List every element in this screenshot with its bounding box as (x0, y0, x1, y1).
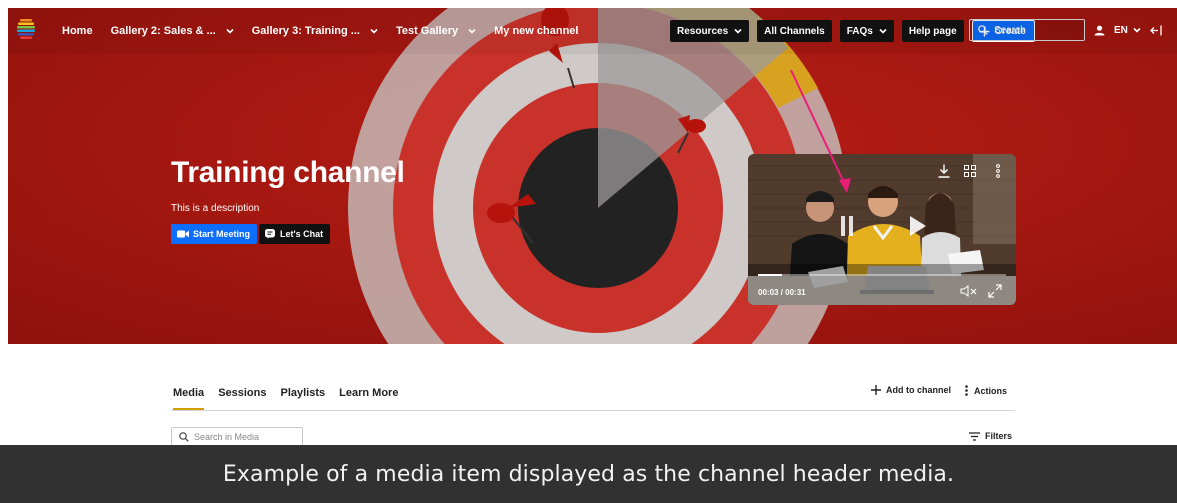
start-meeting-label: Start Meeting (193, 229, 251, 239)
global-search-input[interactable]: Search (969, 19, 1085, 41)
primary-nav: Home Gallery 2: Sales & ... Gallery 3: T… (62, 8, 578, 54)
more-options-icon[interactable] (996, 164, 1000, 178)
actions-button[interactable]: Actions (965, 385, 1007, 396)
nav-pill-label: Help page (908, 25, 957, 37)
search-icon (978, 25, 988, 35)
plus-icon (871, 385, 881, 395)
filter-icon (969, 431, 980, 441)
chevron-down-icon (879, 28, 887, 34)
lets-chat-button[interactable]: Let's Chat (259, 224, 331, 244)
nav-item-test-gallery[interactable]: Test Gallery (396, 25, 476, 37)
grid-icon[interactable] (964, 165, 976, 177)
nav-item-label: My new channel (494, 25, 579, 37)
video-progress-bar[interactable] (758, 274, 1006, 276)
nav-faqs[interactable]: FAQs (839, 20, 894, 42)
video-time: 00:03 / 00:31 (758, 288, 806, 297)
nav-item-label: Test Gallery (395, 25, 459, 37)
chevron-down-icon (1133, 27, 1141, 33)
nav-item-label: Home (62, 25, 93, 37)
fullscreen-icon[interactable] (988, 284, 1002, 298)
language-label: EN (1114, 24, 1128, 36)
media-search-placeholder: Search in Media (194, 432, 260, 442)
nav-pill-label: FAQs (846, 25, 873, 37)
logo-icon[interactable] (16, 18, 36, 42)
tab-learn-more[interactable]: Learn More (339, 384, 398, 410)
nav-item-gallery-3[interactable]: Gallery 3: Training ... (252, 25, 378, 37)
caption-bar: Example of a media item displayed as the… (0, 445, 1177, 503)
rewind-icon[interactable] (840, 214, 856, 238)
add-to-channel-button[interactable]: Add to channel (871, 385, 951, 395)
tab-playlists[interactable]: Playlists (281, 384, 326, 410)
chevron-down-icon (734, 28, 742, 34)
media-search-input[interactable]: Search in Media (171, 427, 303, 447)
chevron-down-icon (468, 28, 476, 34)
start-meeting-button[interactable]: Start Meeting (171, 224, 258, 244)
video-camera-icon (177, 230, 189, 238)
channel-title: Training channel (171, 156, 405, 189)
page-frame: Home Gallery 2: Sales & ... Gallery 3: T… (8, 8, 1177, 503)
play-icon[interactable] (908, 214, 928, 238)
nav-item-home[interactable]: Home (62, 25, 93, 37)
tabs-divider (171, 410, 1015, 411)
mute-icon[interactable] (960, 285, 978, 297)
video-progress-fill (758, 274, 783, 276)
nav-pill-label: Resources (677, 25, 729, 37)
chevron-down-icon (226, 28, 234, 34)
filters-button[interactable]: Filters (969, 431, 1012, 441)
nav-help-page[interactable]: Help page (901, 20, 964, 42)
logout-icon[interactable] (1149, 25, 1162, 36)
lets-chat-label: Let's Chat (280, 229, 324, 239)
nav-all-channels[interactable]: All Channels (757, 20, 832, 42)
chat-icon (265, 229, 275, 239)
tab-media[interactable]: Media (173, 384, 205, 410)
add-to-channel-label: Add to channel (886, 385, 951, 395)
channel-tabs: Media Sessions Playlists Learn More (173, 384, 398, 410)
channel-description: This is a description (171, 203, 260, 214)
more-vertical-icon (965, 385, 968, 396)
filters-label: Filters (985, 431, 1013, 441)
actions-label: Actions (974, 385, 1008, 396)
chevron-down-icon (370, 28, 378, 34)
nav-pill-label: All Channels (764, 25, 825, 37)
download-icon[interactable] (938, 164, 950, 178)
nav-item-label: Gallery 2: Sales & ... (110, 25, 216, 37)
language-selector[interactable]: EN (1114, 25, 1141, 36)
tab-sessions[interactable]: Sessions (218, 384, 266, 410)
search-icon (179, 432, 189, 442)
caption-text: Example of a media item displayed as the… (222, 461, 955, 487)
nav-resources[interactable]: Resources (670, 20, 750, 42)
nav-item-gallery-2[interactable]: Gallery 2: Sales & ... (111, 25, 234, 37)
nav-item-label: Gallery 3: Training ... (251, 25, 360, 37)
channel-header-hero: Home Gallery 2: Sales & ... Gallery 3: T… (8, 8, 1177, 344)
header-media-player[interactable]: 00:03 / 00:31 (748, 154, 1016, 305)
user-icon[interactable] (1094, 25, 1105, 36)
user-area: EN (1094, 19, 1162, 41)
top-navigation: Home Gallery 2: Sales & ... Gallery 3: T… (8, 8, 1177, 54)
search-placeholder: Search (994, 24, 1026, 36)
nav-item-my-new-channel[interactable]: My new channel (494, 25, 578, 37)
